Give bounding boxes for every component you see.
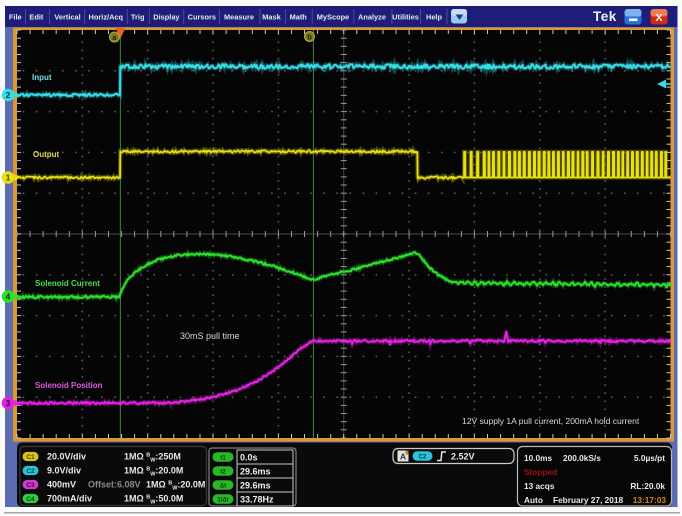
- svg-text:Utilities: Utilities: [392, 13, 419, 22]
- svg-text:X: X: [655, 12, 662, 24]
- svg-text:Stopped: Stopped: [524, 467, 557, 477]
- svg-text:1: 1: [6, 173, 11, 183]
- svg-text:Display: Display: [153, 13, 180, 22]
- svg-text:Solenoid Current: Solenoid Current: [35, 279, 100, 288]
- svg-text:t2: t2: [220, 469, 226, 475]
- svg-text:5.0µs/pt: 5.0µs/pt: [634, 453, 665, 463]
- svg-text:200.0kS/s: 200.0kS/s: [563, 453, 601, 463]
- svg-text:3: 3: [6, 398, 11, 408]
- svg-text:700mA/div: 700mA/div: [47, 494, 92, 504]
- svg-text:400mV: 400mV: [47, 480, 76, 490]
- svg-text:Δt: Δt: [220, 483, 226, 489]
- svg-text:....: ....: [562, 15, 569, 21]
- svg-text:b: b: [307, 32, 312, 41]
- svg-text:9.0V/div: 9.0V/div: [47, 466, 81, 476]
- svg-text:13:17:03: 13:17:03: [633, 495, 667, 505]
- svg-text:13 acqs: 13 acqs: [524, 481, 555, 491]
- svg-text:February 27, 2018: February 27, 2018: [553, 495, 623, 505]
- svg-text:33.78Hz: 33.78Hz: [240, 494, 274, 504]
- svg-text:0.0s: 0.0s: [240, 452, 258, 462]
- svg-text:Input: Input: [32, 73, 52, 82]
- svg-text:Solenoid Position: Solenoid Position: [35, 381, 103, 390]
- svg-text:Output: Output: [33, 150, 60, 159]
- svg-text:2: 2: [6, 90, 11, 100]
- svg-text:Measure: Measure: [224, 13, 254, 22]
- svg-text:29.6ms: 29.6ms: [240, 466, 271, 476]
- svg-text:Analyze: Analyze: [358, 13, 386, 22]
- svg-text:20.0V/div: 20.0V/div: [47, 452, 86, 462]
- svg-text:C4: C4: [26, 496, 35, 503]
- svg-text:Horiz/Acq: Horiz/Acq: [89, 13, 124, 22]
- svg-text:Tek: Tek: [593, 9, 617, 24]
- svg-text:Trig: Trig: [131, 13, 145, 22]
- svg-text:C1: C1: [26, 454, 35, 461]
- svg-text:C2: C2: [26, 468, 35, 475]
- svg-text:MyScope: MyScope: [317, 13, 349, 22]
- svg-text:12V supply 1A pull current, 20: 12V supply 1A pull current, 200mA hold c…: [462, 416, 640, 426]
- svg-text:29.6ms: 29.6ms: [240, 480, 271, 490]
- svg-text:RL:20.0k: RL:20.0k: [630, 481, 665, 491]
- svg-text:Edit: Edit: [29, 13, 43, 22]
- svg-text:10.0ms: 10.0ms: [524, 453, 553, 463]
- svg-text:A: A: [400, 452, 406, 462]
- svg-text:Vertical: Vertical: [54, 13, 80, 22]
- svg-text:4: 4: [6, 292, 11, 302]
- svg-text:Math: Math: [290, 13, 308, 22]
- svg-text:t1: t1: [220, 455, 226, 461]
- svg-text:Cursors: Cursors: [188, 13, 216, 22]
- svg-text:Help: Help: [426, 13, 443, 22]
- svg-text:2.52V: 2.52V: [451, 452, 475, 462]
- svg-text:1/Δt: 1/Δt: [217, 497, 228, 503]
- svg-text:File: File: [9, 13, 22, 22]
- svg-text:Offset:6.08V: Offset:6.08V: [88, 480, 141, 490]
- svg-text:Auto: Auto: [524, 495, 543, 505]
- svg-text:Mask: Mask: [262, 13, 281, 22]
- svg-text:30mS pull time: 30mS pull time: [180, 331, 240, 341]
- svg-text:C3: C3: [26, 482, 35, 489]
- svg-text:C2: C2: [419, 454, 427, 460]
